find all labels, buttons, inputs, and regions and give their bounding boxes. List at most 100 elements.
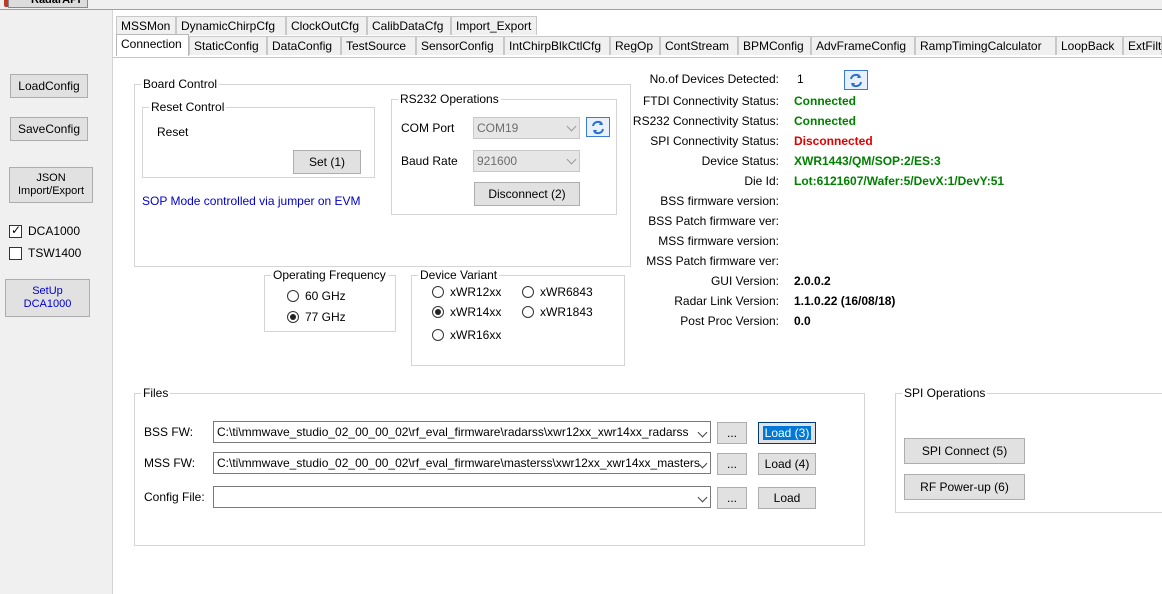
- chevron-down-icon: [697, 427, 708, 438]
- bss-fw-label: BSS FW:: [144, 425, 194, 439]
- com-port-value: COM19: [477, 121, 519, 135]
- status-value: Connected: [794, 114, 857, 128]
- device-variant-group: Device Variant xWR12xx xWR6843 xWR14xx x…: [411, 268, 625, 366]
- tab-sensorconfig[interactable]: SensorConfig: [416, 36, 504, 55]
- radio-77ghz-label: 77 GHz: [305, 310, 346, 324]
- bss-fw-path-select[interactable]: C:\ti\mmwave_studio_02_00_00_02\rf_eval_…: [213, 421, 711, 443]
- radio-60ghz-label: 60 GHz: [305, 289, 346, 303]
- radio-xwr1843-label: xWR1843: [540, 305, 593, 319]
- status-label: FTDI Connectivity Status:: [642, 94, 779, 108]
- tab-staticconfig[interactable]: StaticConfig: [189, 36, 267, 55]
- radio-xwr16xx[interactable]: [432, 329, 444, 341]
- com-port-label: COM Port: [401, 121, 455, 135]
- bss-fw-browse-button[interactable]: ...: [717, 422, 747, 444]
- status-value: 0.0: [794, 314, 811, 328]
- dca1000-checkbox[interactable]: [9, 223, 22, 238]
- mss-fw-load-button[interactable]: Load (4): [758, 453, 816, 475]
- refresh-com-ports-button[interactable]: [586, 117, 610, 137]
- rf-powerup-button[interactable]: RF Power-up (6): [904, 474, 1025, 500]
- status-label: SPI Connectivity Status:: [650, 134, 779, 148]
- config-file-browse-button[interactable]: ...: [717, 487, 747, 509]
- status-label: Die Id:: [744, 174, 779, 188]
- chevron-down-icon: [697, 492, 708, 503]
- tab-loopback[interactable]: LoopBack: [1056, 36, 1123, 55]
- setup-dca1000-button[interactable]: SetUp DCA1000: [5, 279, 90, 317]
- mss-fw-label: MSS FW:: [144, 456, 196, 470]
- tab-bpmconfig[interactable]: BPMConfig: [738, 36, 811, 55]
- baud-rate-value: 921600: [477, 154, 518, 168]
- refresh-devices-button[interactable]: [844, 70, 868, 90]
- dca1000-label: DCA1000: [28, 224, 81, 238]
- devices-detected-value: 1: [797, 72, 804, 86]
- status-label: RS232 Connectivity Status:: [632, 114, 779, 128]
- tab-testsource[interactable]: TestSource: [341, 36, 416, 55]
- json-import-export-line1: JSON: [36, 172, 66, 184]
- radio-xwr6843[interactable]: [522, 286, 534, 298]
- json-import-export-button[interactable]: JSON Import/Export: [9, 167, 93, 203]
- status-value: 1.1.0.22 (16/08/18): [794, 294, 896, 308]
- set-reset-button[interactable]: Set (1): [293, 150, 361, 174]
- radio-xwr14xx-label: xWR14xx: [450, 305, 502, 319]
- tab-mssmon[interactable]: MSSMon: [116, 16, 176, 35]
- spi-operations-title: SPI Operations: [902, 386, 988, 400]
- com-port-select[interactable]: COM19: [473, 117, 580, 139]
- radio-xwr12xx-label: xWR12xx: [450, 285, 502, 299]
- tab-advframeconfig[interactable]: AdvFrameConfig: [811, 36, 915, 55]
- tab-contstream[interactable]: ContStream: [660, 36, 738, 55]
- status-value: XWR1443/QM/SOP:2/ES:3: [794, 154, 941, 168]
- radio-xwr12xx[interactable]: [432, 286, 444, 298]
- status-value: Lot:6121607/Wafer:5/DevX:1/DevY:51: [794, 174, 1005, 188]
- tsw1400-label: TSW1400: [28, 246, 82, 260]
- radio-xwr16xx-label: xWR16xx: [450, 328, 502, 342]
- tab-extfilter[interactable]: ExtFilte: [1123, 36, 1162, 55]
- refresh-icon: [850, 73, 862, 88]
- tab-import-export[interactable]: Import_Export: [451, 16, 537, 35]
- mss-fw-path: C:\ti\mmwave_studio_02_00_00_02\rf_eval_…: [217, 456, 706, 470]
- baud-rate-select[interactable]: 921600: [473, 150, 580, 172]
- bss-fw-path: C:\ti\mmwave_studio_02_00_00_02\rf_eval_…: [217, 425, 689, 439]
- radio-77ghz[interactable]: [287, 311, 299, 323]
- spi-operations-group: SPI Operations SPI Connect (5) RF Power-…: [895, 386, 1162, 513]
- tab-dynamicchirpcfg[interactable]: DynamicChirpCfg: [176, 16, 286, 35]
- main-panel: MSSMon DynamicChirpCfg ClockOutCfg Calib…: [113, 10, 1162, 594]
- files-title: Files: [141, 386, 171, 400]
- setup-dca1000-line2: DCA1000: [23, 298, 72, 310]
- status-label: Post Proc Version:: [680, 314, 779, 328]
- reset-control-group: Reset Control Reset Set (1): [142, 100, 375, 178]
- radio-xwr1843[interactable]: [522, 306, 534, 318]
- devices-detected-label: No.of Devices Detected:: [649, 72, 779, 86]
- bss-fw-load-label: Load (3): [762, 426, 812, 440]
- status-label: MSS firmware version:: [658, 234, 779, 248]
- radio-60ghz[interactable]: [287, 290, 299, 302]
- tab-connection[interactable]: Connection: [116, 34, 189, 56]
- tsw1400-checkbox[interactable]: [9, 247, 22, 260]
- device-variant-title: Device Variant: [418, 268, 500, 282]
- disconnect-button[interactable]: Disconnect (2): [474, 182, 580, 206]
- config-file-select[interactable]: [213, 486, 711, 508]
- status-label: GUI Version:: [710, 274, 779, 288]
- save-config-button[interactable]: SaveConfig: [10, 117, 88, 141]
- chevron-down-icon: [566, 121, 577, 132]
- load-config-button[interactable]: LoadConfig: [10, 74, 88, 98]
- bss-fw-load-button[interactable]: Load (3): [758, 422, 816, 444]
- window-title: RadarAPI: [8, 0, 88, 8]
- tab-regop[interactable]: RegOp: [610, 36, 660, 55]
- tab-intchirpblkctlcfg[interactable]: IntChirpBlkCtlCfg: [504, 36, 610, 55]
- spi-connect-button[interactable]: SPI Connect (5): [904, 438, 1025, 464]
- status-value: Disconnected: [794, 134, 873, 148]
- config-file-load-button[interactable]: Load: [758, 487, 816, 509]
- tab-divider: [113, 57, 1162, 58]
- radio-xwr14xx[interactable]: [432, 306, 444, 318]
- mss-fw-path-select[interactable]: C:\ti\mmwave_studio_02_00_00_02\rf_eval_…: [213, 452, 711, 474]
- refresh-icon: [592, 120, 604, 135]
- board-control-group: Board Control Reset Control Reset Set (1…: [134, 77, 631, 267]
- tab-ramptimingcalculator[interactable]: RampTimingCalculator: [915, 36, 1056, 55]
- tab-clockoutcfg[interactable]: ClockOutCfg: [286, 16, 367, 35]
- tab-dataconfig[interactable]: DataConfig: [267, 36, 341, 55]
- config-file-label: Config File:: [144, 490, 205, 504]
- sop-mode-note: SOP Mode controlled via jumper on EVM: [142, 194, 361, 208]
- board-control-title: Board Control: [141, 77, 220, 91]
- mss-fw-browse-button[interactable]: ...: [717, 453, 747, 475]
- tab-calibdatacfg[interactable]: CalibDataCfg: [367, 16, 451, 35]
- status-label: MSS Patch firmware ver:: [646, 254, 779, 268]
